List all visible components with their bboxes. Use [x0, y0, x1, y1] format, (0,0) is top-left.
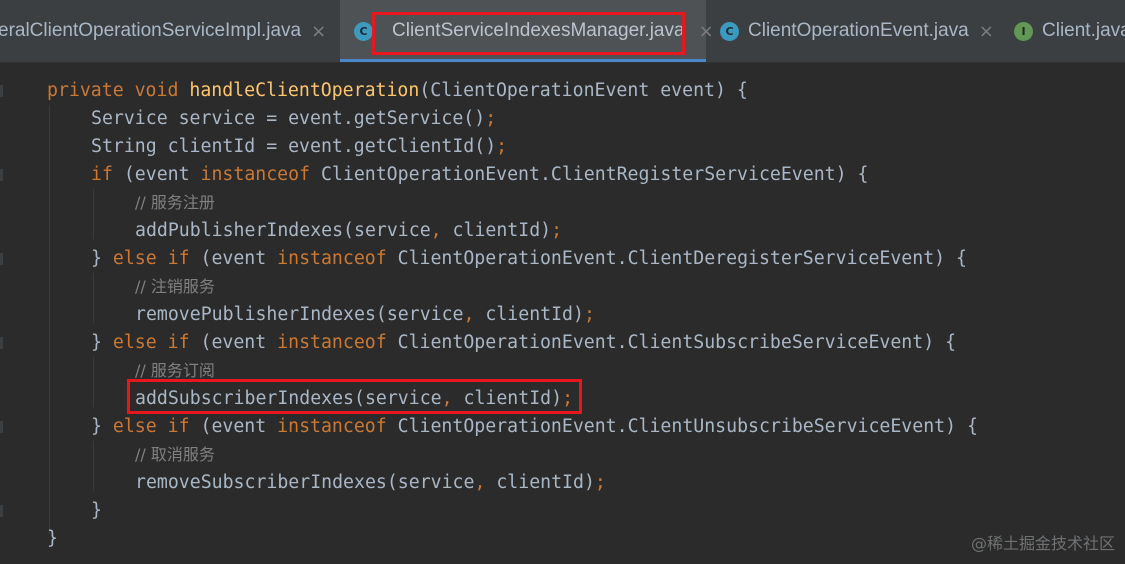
code-text: ClientOperationEvent.ClientSubscribeServ…	[386, 332, 957, 353]
code-text: clientId)	[485, 472, 595, 493]
code-line[interactable]: }	[47, 525, 58, 553]
code-text: }	[91, 248, 113, 269]
keyword: instanceof	[277, 248, 387, 269]
code-text: removePublisherIndexes(service	[135, 304, 464, 325]
comment: // 注销服务	[135, 277, 215, 296]
close-icon[interactable]: ×	[979, 21, 994, 42]
code-text: (event	[189, 332, 278, 353]
gutter-mark	[0, 337, 3, 349]
semicolon: ;	[496, 136, 508, 157]
keyword: if	[91, 164, 113, 185]
indent-guide	[93, 189, 94, 239]
semicolon: ;	[562, 388, 574, 409]
tab-client[interactable]: I Client.java	[1004, 0, 1125, 62]
code-text: (event	[189, 248, 278, 269]
gutter-mark	[0, 169, 3, 181]
keyword: else if	[112, 416, 190, 437]
code-text: clientId)	[474, 304, 584, 325]
tab-general-client-operation-service-impl[interactable]: eralClientOperationServiceImpl.java ×	[0, 0, 338, 62]
watermark: @稀土掘金技术社区	[970, 534, 1115, 553]
code-text: (ClientOperationEvent event) {	[419, 80, 748, 101]
code-line[interactable]: removeSubscriberIndexes(service, clientI…	[135, 469, 606, 497]
semicolon: ;	[485, 108, 497, 129]
indent-guide	[93, 357, 94, 407]
indent-guide	[49, 105, 50, 535]
comment: // 服务注册	[135, 193, 215, 212]
code-text: }	[47, 528, 58, 549]
interface-icon: I	[1014, 21, 1033, 41]
keyword: instanceof	[200, 164, 311, 185]
comma: ,	[474, 472, 486, 493]
gutter-mark	[0, 85, 3, 97]
tab-client-service-indexes-manager[interactable]: C ClientServiceIndexesManager.java ×	[340, 0, 714, 62]
code-line[interactable]: Service service = event.getService();	[91, 105, 496, 133]
comment: // 取消服务	[135, 445, 215, 464]
code-text: addPublisherIndexes(service	[135, 220, 431, 241]
semicolon: ;	[583, 304, 595, 325]
comment: // 服务订阅	[135, 361, 215, 380]
code-text: (event	[189, 416, 278, 437]
code-line[interactable]: // 注销服务	[135, 273, 215, 301]
code-line[interactable]: addPublisherIndexes(service, clientId);	[135, 217, 562, 245]
comma: ,	[430, 220, 442, 241]
code-text: }	[91, 416, 113, 437]
keyword: instanceof	[277, 416, 387, 437]
semicolon: ;	[594, 472, 606, 493]
code-text: Service service = event.getService()	[91, 108, 486, 129]
gutter-mark	[0, 253, 3, 265]
code-text: (event	[112, 164, 201, 185]
class-icon: C	[720, 21, 739, 41]
code-line[interactable]: String clientId = event.getClientId();	[91, 133, 507, 161]
code-line[interactable]: private void handleClientOperation(Clien…	[47, 77, 748, 105]
tab-label: eralClientOperationServiceImpl.java	[0, 20, 302, 41]
code-text: clientId)	[441, 220, 552, 241]
keyword: else if	[112, 332, 190, 353]
class-icon: C	[354, 21, 373, 41]
code-text: ClientOperationEvent.ClientRegisterServi…	[310, 164, 869, 185]
tab-label: ClientOperationEvent.java	[748, 20, 969, 41]
tab-client-operation-event[interactable]: C ClientOperationEvent.java ×	[708, 0, 1004, 62]
code-text: }	[91, 332, 113, 353]
code-line[interactable]: } else if (event instanceof ClientOperat…	[91, 413, 978, 441]
code-text: addSubscriberIndexes(service	[135, 388, 442, 409]
keyword: private	[47, 80, 124, 101]
code-text: ClientOperationEvent.ClientUnsubscribeSe…	[386, 416, 978, 437]
comma: ,	[463, 304, 475, 325]
indent-guide	[93, 273, 94, 323]
tab-label: Client.java	[1042, 20, 1125, 41]
keyword: void	[134, 80, 179, 101]
code-line[interactable]: // 服务订阅	[135, 357, 215, 385]
gutter-mark	[0, 421, 3, 433]
code-text: }	[91, 500, 102, 521]
code-line[interactable]: if (event instanceof ClientOperationEven…	[91, 161, 868, 189]
keyword: else if	[112, 248, 190, 269]
close-icon[interactable]: ×	[311, 21, 326, 42]
gutter-mark	[0, 505, 3, 517]
code-line[interactable]: // 服务注册	[135, 189, 215, 217]
code-text: ClientOperationEvent.ClientDeregisterSer…	[386, 248, 968, 269]
code-line[interactable]: } else if (event instanceof ClientOperat…	[91, 329, 956, 357]
code-line[interactable]: removePublisherIndexes(service, clientId…	[135, 301, 595, 329]
code-line[interactable]: addSubscriberIndexes(service, clientId);	[135, 385, 573, 413]
code-line[interactable]: // 取消服务	[135, 441, 215, 469]
editor-tab-bar: eralClientOperationServiceImpl.java × C …	[0, 0, 1125, 63]
code-text: clientId)	[452, 388, 563, 409]
semicolon: ;	[551, 220, 563, 241]
code-text: removeSubscriberIndexes(service	[135, 472, 475, 493]
method-name: handleClientOperation	[189, 80, 420, 101]
comma: ,	[441, 388, 453, 409]
code-text: String clientId = event.getClientId()	[91, 136, 497, 157]
code-line[interactable]: } else if (event instanceof ClientOperat…	[91, 245, 967, 273]
code-line[interactable]: }	[91, 497, 102, 525]
tab-label: ClientServiceIndexesManager.java	[392, 20, 685, 41]
keyword: instanceof	[277, 332, 387, 353]
code-editor[interactable]: private void handleClientOperation(Clien…	[0, 63, 1125, 564]
indent-guide	[93, 441, 94, 491]
